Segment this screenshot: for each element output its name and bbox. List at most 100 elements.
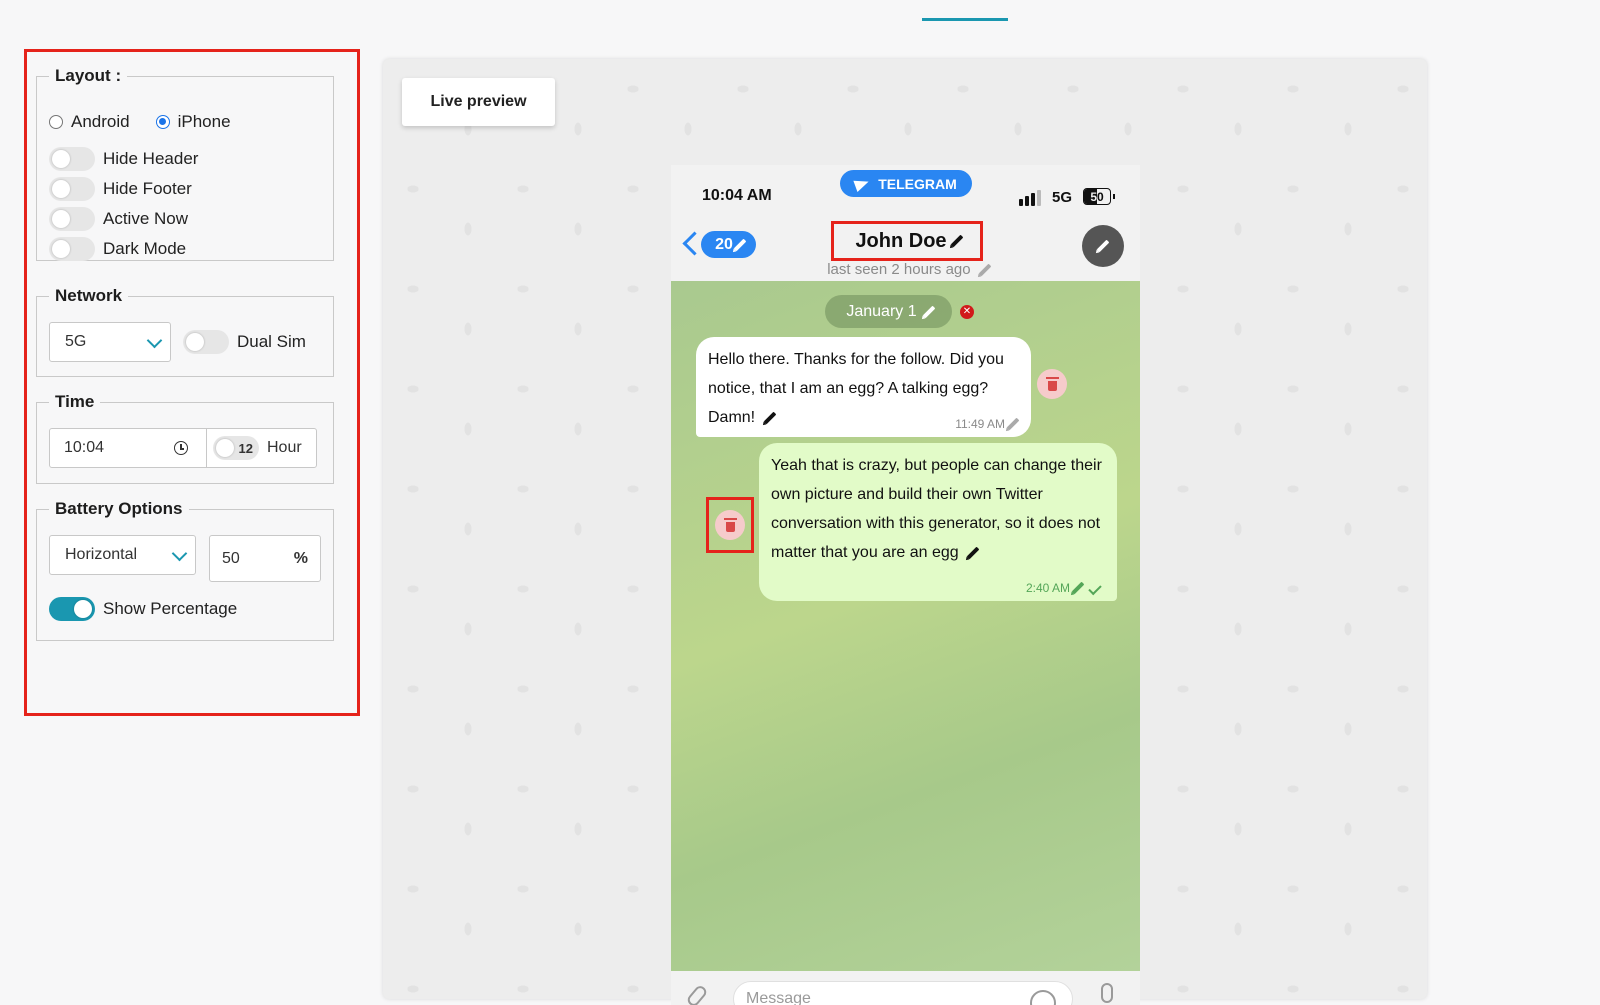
chat-header: 20 John Doe last seen 2 hours ago xyxy=(671,221,1140,281)
active-now-row: Active Now xyxy=(49,207,188,231)
signal-icon xyxy=(1019,189,1041,206)
android-radio[interactable] xyxy=(49,115,63,129)
settings-panel: Layout : Android iPhone Hide Header Hide… xyxy=(24,49,360,716)
pencil-icon xyxy=(966,546,980,560)
battery-orientation-value: Horizontal xyxy=(65,546,138,563)
battery-level-text: 50 xyxy=(1090,189,1104,204)
layout-legend: Layout : xyxy=(55,66,122,85)
clock-icon[interactable] xyxy=(174,441,188,455)
battery-legend: Battery Options xyxy=(55,499,183,518)
trash-icon xyxy=(1045,376,1059,391)
battery-group: Battery Options Horizontal 50 % Show Per… xyxy=(36,499,334,641)
message-text: Hello there. Thanks for the follow. Did … xyxy=(708,351,1004,426)
active-tab-indicator xyxy=(922,18,1008,21)
last-seen-text: last seen 2 hours ago xyxy=(827,261,971,278)
status-time[interactable]: 10:04 AM xyxy=(702,187,772,205)
unread-count: 20 xyxy=(715,235,733,253)
time-legend: Time xyxy=(55,392,95,411)
active-now-label: Active Now xyxy=(103,209,189,228)
trash-icon xyxy=(723,517,737,532)
battery-level-input[interactable]: 50 xyxy=(222,550,240,568)
time-field: 10:04 12 Hour xyxy=(49,428,317,468)
message-time-text: 11:49 AM xyxy=(955,417,1005,431)
dual-sim-row: Dual Sim xyxy=(183,330,306,354)
android-label: Android xyxy=(71,112,130,131)
network-legend: Network xyxy=(55,286,123,305)
hide-footer-row: Hide Footer xyxy=(49,177,192,201)
message-input[interactable]: Message xyxy=(733,981,1073,1005)
telegram-plane-icon xyxy=(853,175,871,192)
network-select-value: 5G xyxy=(65,333,87,350)
outgoing-message[interactable]: Yeah that is crazy, but people can chang… xyxy=(759,443,1117,601)
dark-mode-label: Dark Mode xyxy=(103,239,187,258)
chevron-down-icon xyxy=(171,545,188,562)
iphone-label: iPhone xyxy=(177,112,231,131)
iphone-radio[interactable] xyxy=(155,115,170,129)
telegram-badge: TELEGRAM xyxy=(840,170,972,197)
os-radio-group: Android iPhone xyxy=(49,112,257,132)
delete-highlight-box xyxy=(706,497,754,553)
incoming-message[interactable]: Hello there. Thanks for the follow. Did … xyxy=(696,337,1031,437)
battery-tip xyxy=(1113,194,1115,199)
contact-name: John Doe xyxy=(855,229,947,252)
contact-name-box[interactable]: John Doe xyxy=(831,221,983,261)
message-time-text: 2:40 AM xyxy=(1025,581,1070,595)
chat-area: January 1 ✕ Hello there. Thanks for the … xyxy=(671,281,1140,971)
dark-mode-row: Dark Mode xyxy=(49,237,186,261)
network-group: Network 5G Dual Sim xyxy=(36,286,334,377)
show-percentage-toggle[interactable] xyxy=(49,597,95,621)
dual-sim-label: Dual Sim xyxy=(237,332,306,351)
field-divider xyxy=(206,429,207,467)
hide-header-toggle[interactable] xyxy=(49,147,95,171)
attachment-icon[interactable] xyxy=(685,983,709,1005)
hide-footer-toggle[interactable] xyxy=(49,177,95,201)
show-percentage-label: Show Percentage xyxy=(103,599,238,618)
hide-header-label: Hide Header xyxy=(103,149,199,168)
pencil-icon xyxy=(1096,239,1110,253)
message-placeholder: Message xyxy=(746,990,811,1005)
network-select[interactable]: 5G xyxy=(49,322,171,362)
last-seen[interactable]: last seen 2 hours ago xyxy=(807,261,1007,278)
hide-footer-label: Hide Footer xyxy=(103,179,192,198)
active-now-toggle[interactable] xyxy=(49,207,95,231)
time-group: Time 10:04 12 Hour xyxy=(36,392,334,484)
pencil-icon xyxy=(763,411,776,425)
message-time: 11:49 AM xyxy=(955,417,1020,431)
dark-mode-toggle[interactable] xyxy=(49,237,95,261)
percent-unit: % xyxy=(293,549,308,567)
show-percentage-row: Show Percentage xyxy=(49,597,237,621)
pencil-icon xyxy=(978,263,992,277)
hide-header-row: Hide Header xyxy=(49,147,198,171)
phone-mockup: 10:04 AM TELEGRAM 5G 50 20 John Doe last… xyxy=(671,165,1140,1005)
battery-orientation-select[interactable]: Horizontal xyxy=(49,535,196,575)
hour-label: Hour xyxy=(267,439,302,456)
battery-icon: 50 xyxy=(1083,188,1111,205)
message-time: 2:40 AM xyxy=(1025,581,1102,595)
dual-sim-toggle[interactable] xyxy=(183,330,229,354)
pencil-icon xyxy=(950,234,963,248)
delete-message-button[interactable] xyxy=(1037,369,1067,399)
chat-footer: Message xyxy=(671,971,1140,1005)
live-preview-button[interactable]: Live preview xyxy=(402,78,555,126)
hour-format-value: 12 xyxy=(238,440,253,456)
chevron-down-icon xyxy=(146,332,163,349)
close-icon[interactable]: ✕ xyxy=(960,305,974,319)
telegram-badge-label: TELEGRAM xyxy=(878,175,957,192)
date-pill[interactable]: January 1 xyxy=(825,295,952,328)
date-label: January 1 xyxy=(846,302,917,320)
avatar-edit-button[interactable] xyxy=(1082,225,1124,267)
pencil-icon xyxy=(1006,417,1020,431)
network-indicator: 5G xyxy=(1052,189,1073,206)
sticker-icon[interactable] xyxy=(1030,990,1056,1005)
layout-group: Layout : Android iPhone Hide Header Hide… xyxy=(36,66,334,261)
status-bar: 10:04 AM TELEGRAM 5G 50 xyxy=(671,165,1140,221)
microphone-icon[interactable] xyxy=(1101,983,1113,1003)
pencil-icon xyxy=(1071,581,1085,595)
unread-count-pill[interactable]: 20 xyxy=(701,231,756,258)
hour-format-control: 12 Hour xyxy=(213,436,302,460)
preview-area: Live preview 10:04 AM TELEGRAM 5G 50 20 xyxy=(383,59,1427,1005)
pencil-icon xyxy=(922,305,935,318)
delete-message-button[interactable] xyxy=(715,510,745,540)
time-input[interactable]: 10:04 xyxy=(64,439,174,457)
hour-format-toggle[interactable]: 12 xyxy=(213,436,259,460)
